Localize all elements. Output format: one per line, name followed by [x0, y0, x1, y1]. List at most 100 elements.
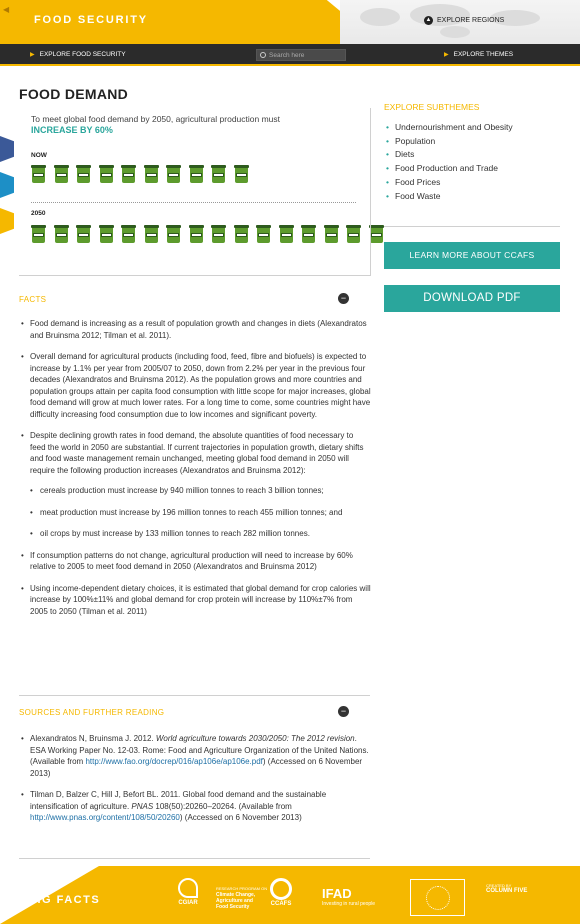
source-journal: PNAS: [131, 801, 154, 811]
ccafs-logo[interactable]: CCAFS: [270, 878, 292, 907]
bins-2050-row: [31, 225, 384, 243]
food-bin-icon: [31, 225, 46, 243]
cgiar-label: CGIAR: [178, 900, 198, 906]
food-bin-icon: [76, 165, 91, 183]
ifad-tagline: Investing in rural people: [322, 901, 376, 907]
page-title: FOOD DEMAND: [19, 86, 129, 102]
cgiar-leaf-icon: [178, 878, 198, 898]
fact-item: Overall demand for agricultural products…: [21, 351, 371, 420]
research-program-logo: RESEARCH PROGRAM ON Climate Change, Agri…: [216, 886, 267, 910]
dotted-divider: [31, 202, 356, 203]
divider: [19, 858, 370, 859]
subtheme-link[interactable]: Undernourishment and Obesity: [386, 121, 513, 135]
sources-list: Alexandratos N, Bruinsma J. 2012. World …: [21, 733, 371, 834]
now-label: NOW: [31, 152, 47, 159]
subtheme-link[interactable]: Food Waste: [386, 190, 513, 204]
divider: [384, 226, 560, 227]
facebook-share-icon[interactable]: [0, 136, 14, 162]
facts-heading[interactable]: FACTS: [19, 295, 46, 304]
food-bin-icon: [301, 225, 316, 243]
intro-text: To meet global food demand by 2050, agri…: [31, 114, 281, 124]
food-bin-icon: [98, 225, 114, 243]
header-bar: ◀ FOOD SECURITY ▲ EXPLORE REGIONS: [0, 0, 580, 44]
explore-regions-link[interactable]: ▲ EXPLORE REGIONS: [424, 16, 504, 25]
nav-bar: ▶ EXPLORE FOOD SECURITY ▶ EXPLORE THEMES: [0, 44, 580, 66]
ifad-label: IFAD: [322, 886, 352, 901]
triangle-right-icon: ▶: [444, 52, 449, 58]
sources-heading[interactable]: SOURCES AND FURTHER READING: [19, 708, 164, 717]
source-link[interactable]: http://www.fao.org/docrep/016/ap106e/ap1…: [85, 757, 262, 766]
search-input[interactable]: [269, 51, 339, 59]
eu-stars-icon: [426, 886, 450, 910]
facts-list: Food demand is increasing as a result of…: [21, 318, 371, 627]
share-icon[interactable]: [0, 208, 14, 234]
food-bin-icon: [121, 165, 136, 183]
vertical-divider: [370, 108, 371, 276]
region-arrow-icon: ▲: [424, 16, 433, 25]
back-arrow-icon[interactable]: ◀: [3, 5, 9, 14]
food-bin-icon: [211, 165, 226, 183]
fact-subitem: meat production must increase by 196 mil…: [30, 507, 371, 519]
column-five-logo[interactable]: CREATED BY COLUMN FIVE: [486, 883, 527, 894]
search-box[interactable]: [256, 49, 346, 61]
source-title: World agriculture towards 2030/2050: The…: [155, 734, 355, 743]
rp-line: Food Security: [216, 904, 250, 910]
explore-food-security-label: EXPLORE FOOD SECURITY: [39, 51, 126, 58]
twitter-share-icon[interactable]: [0, 172, 14, 198]
fact-sublist: cereals production must increase by 940 …: [30, 485, 371, 540]
learn-more-ccafs-button[interactable]: LEARN MORE ABOUT CCAFS: [384, 242, 560, 269]
fact-item: Using income-dependent dietary choices, …: [21, 583, 371, 618]
food-bin-icon: [233, 165, 249, 183]
facts-collapse-icon[interactable]: −: [338, 293, 349, 304]
column-five-label: COLUMN FIVE: [486, 888, 528, 894]
explore-regions-label: EXPLORE REGIONS: [437, 17, 505, 24]
search-icon: [260, 52, 266, 58]
site-title[interactable]: FOOD SECURITY: [34, 14, 148, 26]
subtheme-link[interactable]: Food Prices: [386, 176, 513, 190]
source-link[interactable]: http://www.pnas.org/content/108/50/20260: [30, 813, 180, 822]
fact-item: Food demand is increasing as a result of…: [21, 318, 371, 341]
eu-flag-logo[interactable]: [410, 879, 465, 916]
food-bin-icon: [53, 225, 69, 243]
food-bin-icon: [31, 165, 46, 183]
food-bin-icon: [98, 165, 114, 183]
subtheme-link[interactable]: Diets: [386, 148, 513, 162]
footer: BIG FACTS CGIAR RESEARCH PROGRAM ON Clim…: [0, 866, 580, 924]
food-bin-icon: [346, 225, 361, 243]
footer-brand[interactable]: BIG FACTS: [28, 894, 100, 906]
fact-subitem: oil crops by must increase by 133 millio…: [30, 528, 371, 540]
cgiar-logo[interactable]: CGIAR: [178, 878, 198, 906]
food-bin-icon: [188, 165, 204, 183]
explore-food-security-link[interactable]: ▶ EXPLORE FOOD SECURITY: [30, 51, 126, 58]
food-bin-icon: [256, 225, 271, 243]
food-bin-icon: [143, 225, 159, 243]
food-bin-icon: [143, 165, 159, 183]
source-authors: Alexandratos N, Bruinsma J. 2012.: [30, 734, 156, 743]
ifad-logo[interactable]: IFAD Investing in rural people: [322, 886, 375, 907]
fact-item-text: Despite declining growth rates in food d…: [30, 431, 364, 475]
subtheme-link[interactable]: Population: [386, 135, 513, 149]
divider: [19, 695, 370, 696]
fact-subitem: cereals production must increase by 940 …: [30, 485, 371, 497]
download-pdf-button[interactable]: DOWNLOAD PDF: [384, 285, 560, 312]
ccafs-ring-icon: [270, 878, 292, 900]
food-bin-icon: [166, 225, 181, 243]
food-bin-icon: [121, 225, 136, 243]
explore-themes-link[interactable]: ▶ EXPLORE THEMES: [444, 51, 513, 58]
future-label: 2050: [31, 210, 46, 217]
food-bin-icon: [166, 165, 181, 183]
ccafs-label: CCAFS: [270, 901, 292, 907]
food-bin-icon: [76, 225, 91, 243]
fact-item: Despite declining growth rates in food d…: [21, 430, 371, 540]
subtheme-link[interactable]: Food Production and Trade: [386, 162, 513, 176]
subthemes-heading: EXPLORE SUBTHEMES: [384, 102, 480, 112]
food-bin-icon: [211, 225, 226, 243]
fact-item: If consumption patterns do not change, a…: [21, 550, 371, 573]
food-bin-icon: [323, 225, 339, 243]
food-bin-icon: [188, 225, 204, 243]
subthemes-list: Undernourishment and Obesity Population …: [386, 121, 513, 203]
food-bin-icon: [278, 225, 294, 243]
triangle-right-icon: ▶: [30, 52, 35, 58]
sources-collapse-icon[interactable]: −: [338, 706, 349, 717]
source-item: Alexandratos N, Bruinsma J. 2012. World …: [21, 733, 371, 779]
